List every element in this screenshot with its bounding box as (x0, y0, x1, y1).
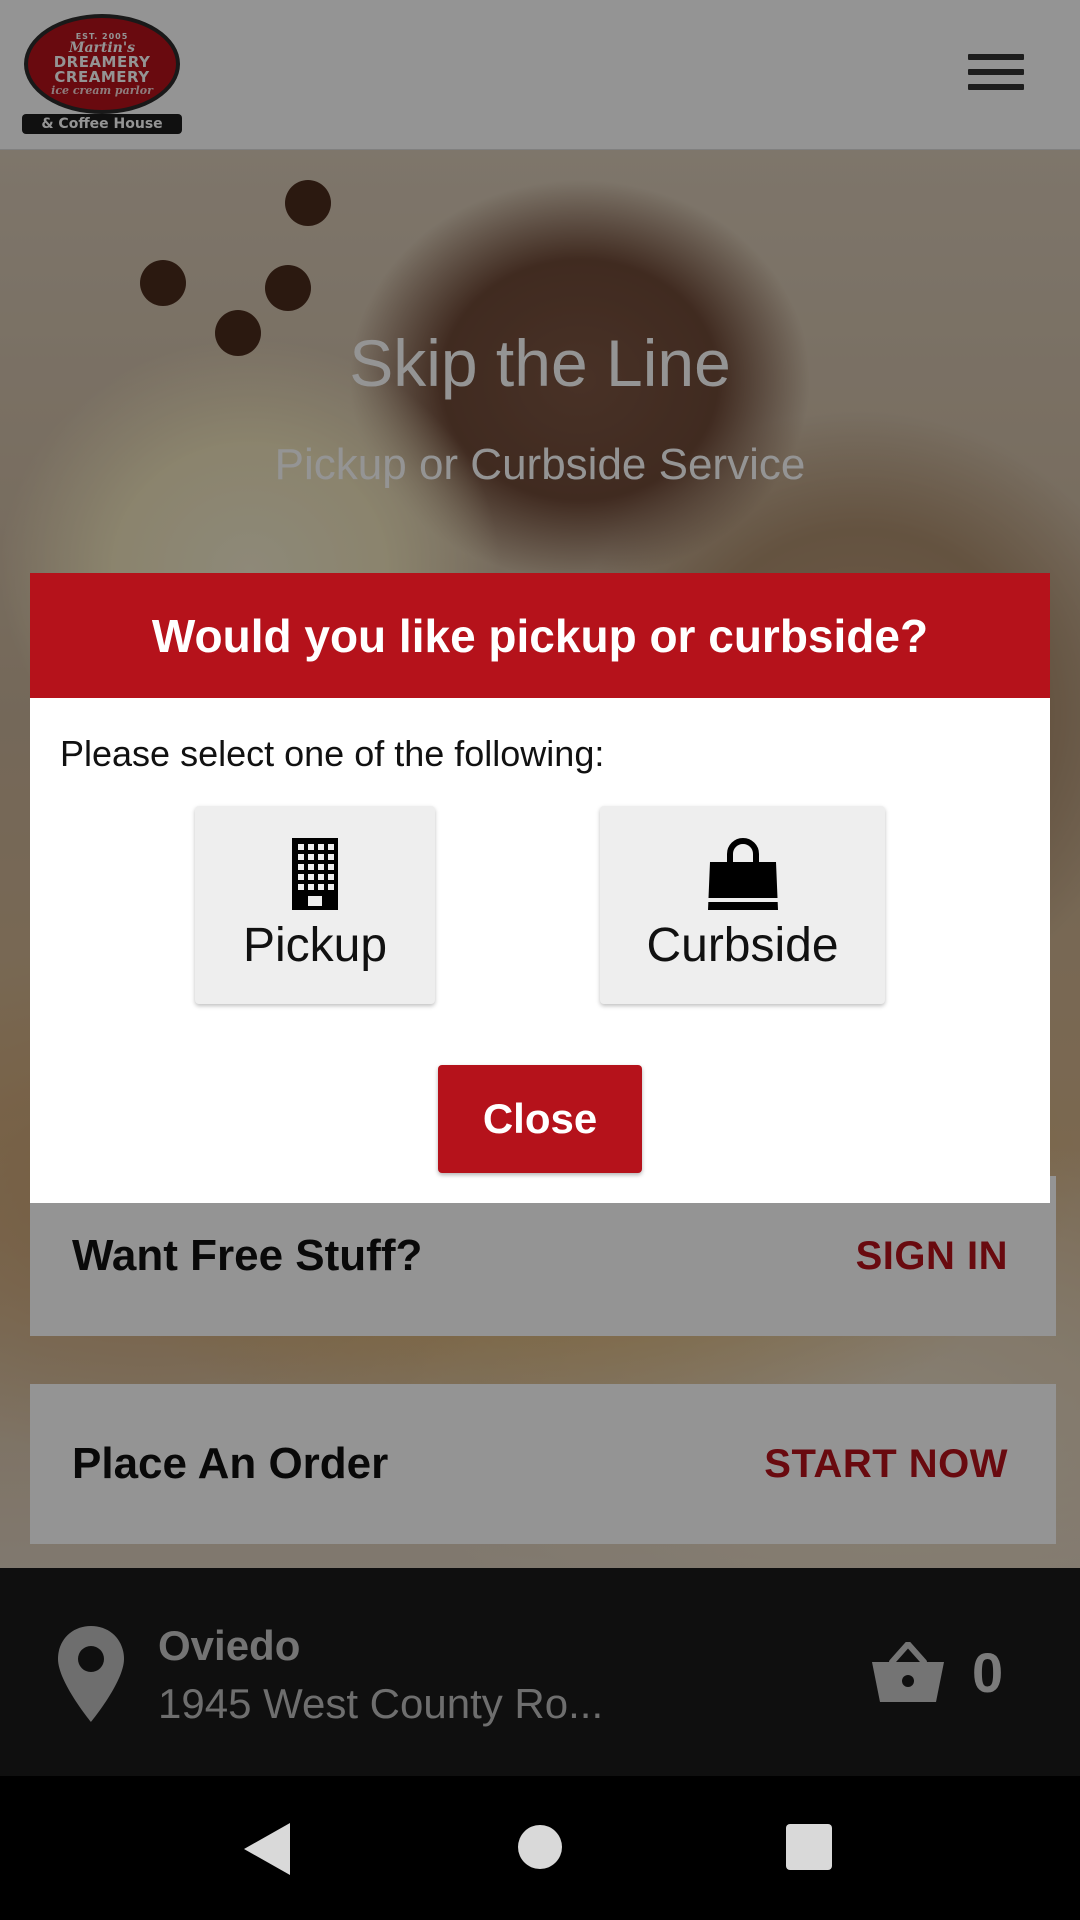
close-button[interactable]: Close (438, 1065, 642, 1173)
pickup-option-label: Pickup (242, 919, 388, 972)
shopping-bag-icon (707, 838, 778, 910)
building-icon (292, 838, 338, 910)
pickup-option-button[interactable]: Pickup (195, 806, 435, 1004)
app-screen: EST. 2005 Martin's DREAMERY CREAMERY ice… (0, 0, 1080, 1776)
order-type-dialog: Would you like pickup or curbside? Pleas… (30, 573, 1050, 1203)
curbside-option-button[interactable]: Curbside (600, 806, 885, 1004)
dialog-title: Would you like pickup or curbside? (30, 573, 1050, 698)
home-icon[interactable] (518, 1825, 562, 1869)
dialog-prompt: Please select one of the following: (60, 733, 605, 774)
recents-icon[interactable] (786, 1824, 832, 1870)
curbside-option-label: Curbside (646, 919, 839, 972)
back-icon[interactable] (244, 1823, 290, 1875)
